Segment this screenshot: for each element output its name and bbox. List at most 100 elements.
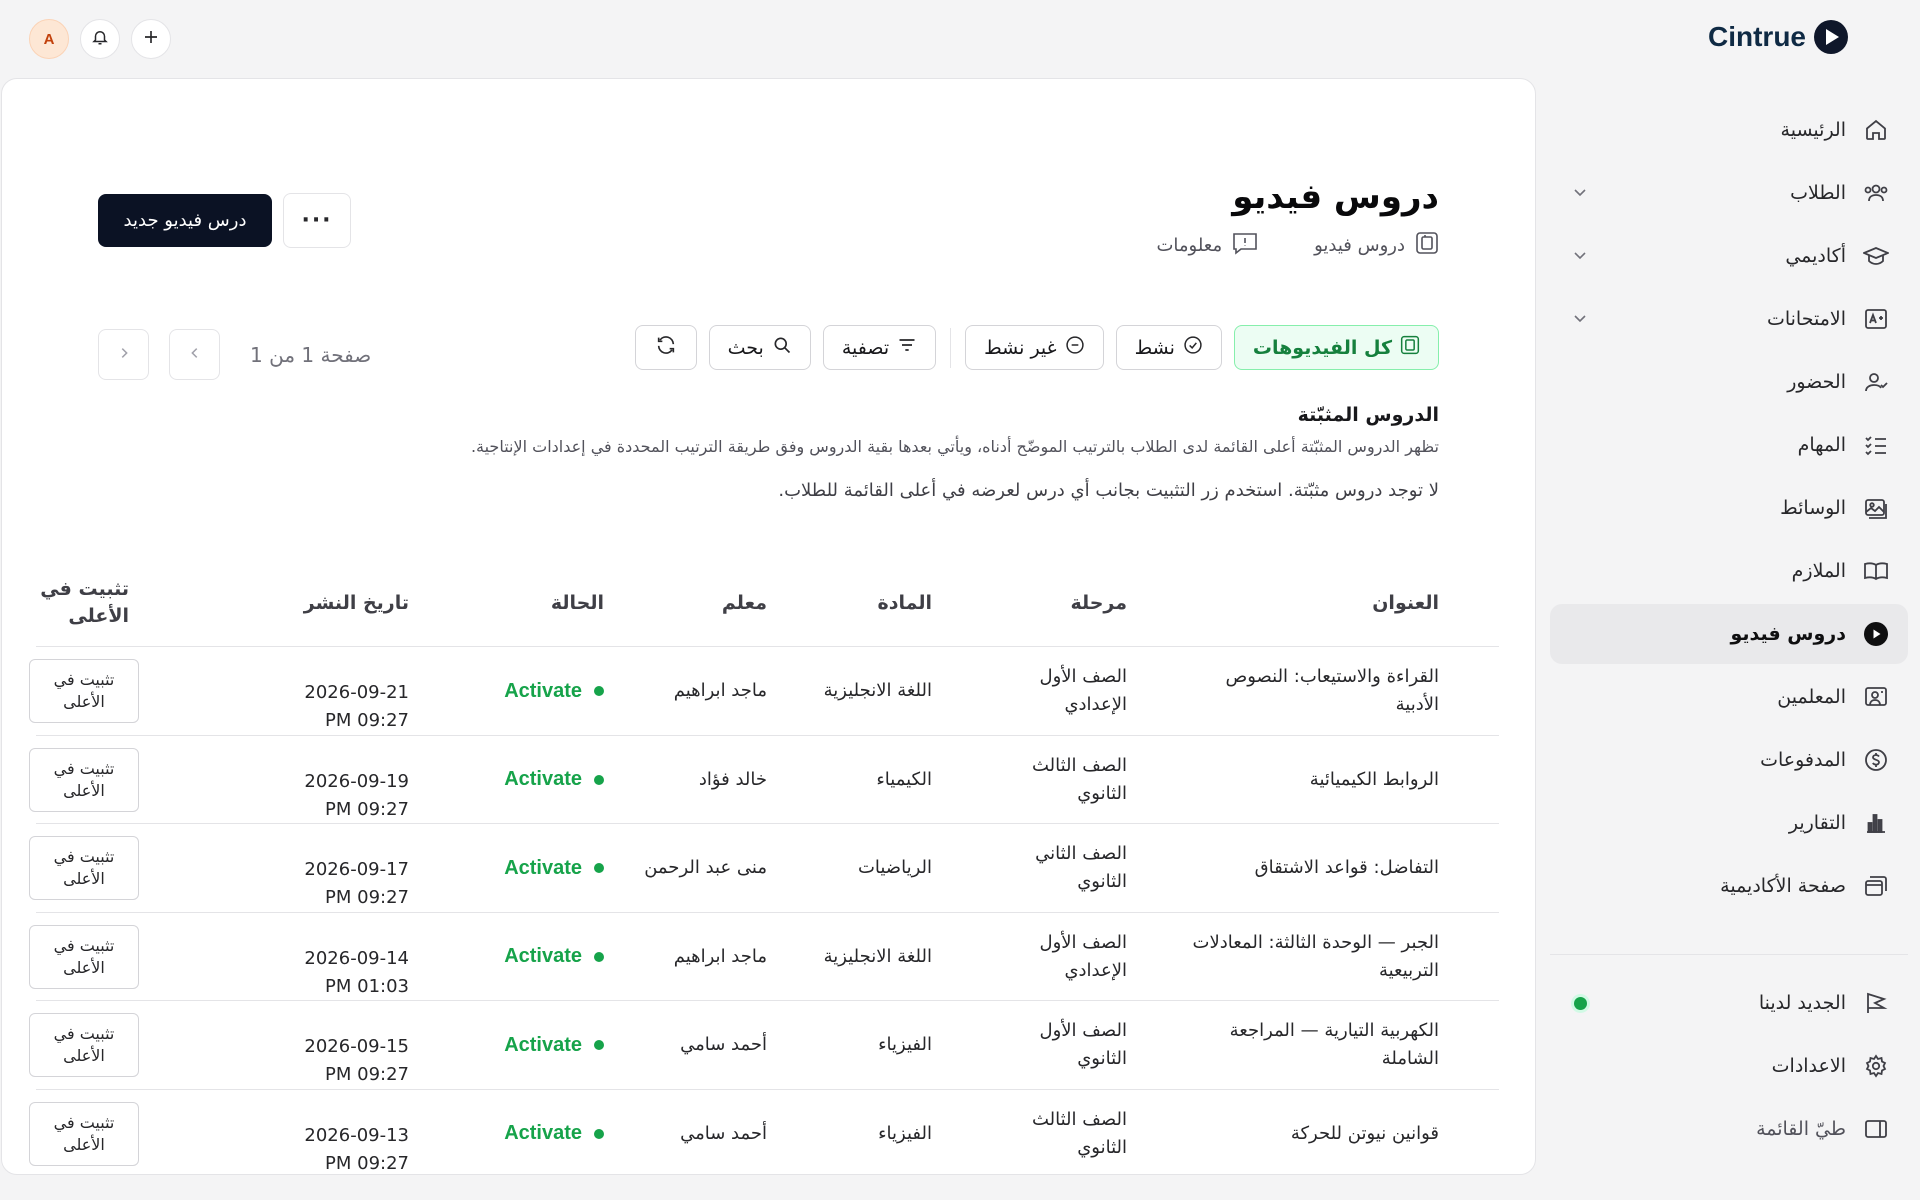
sidebar-item-reports[interactable]: التقارير <box>1550 793 1908 853</box>
table-row[interactable]: الروابط الكيميائية الصف الثالث الثانوي ا… <box>29 736 1499 824</box>
sidebar-item-whats-new[interactable]: الجديد لدينا <box>1550 973 1908 1033</box>
search-button-label: بحث <box>727 336 764 359</box>
gear-icon <box>1862 1052 1890 1080</box>
sidebar-collapse-icon <box>1862 1115 1890 1143</box>
sidebar-item-payments[interactable]: المدفوعات <box>1550 730 1908 790</box>
column-header-subject[interactable]: المادة <box>802 559 933 647</box>
column-header-date[interactable]: تاريخ النشر <box>279 559 409 647</box>
time-value: PM 09:27 <box>325 1064 409 1086</box>
sidebar-item-attendance[interactable]: الحضور <box>1550 352 1908 412</box>
new-video-lesson-button[interactable]: درس فيديو جديد <box>98 194 272 247</box>
sidebar-item-label: المدفوعات <box>1760 749 1846 771</box>
chevron-right-icon <box>117 345 131 364</box>
column-header-stage[interactable]: مرحلة <box>997 559 1127 647</box>
cell-subject: اللغة الانجليزية <box>823 945 932 967</box>
sidebar-item-media[interactable]: الوسائط <box>1550 478 1908 538</box>
copy-stack-icon <box>1415 231 1439 260</box>
pin-to-top-button[interactable]: تثبيت في الأعلى <box>29 924 139 989</box>
sidebar-item-teachers[interactable]: المعلمين <box>1550 667 1908 727</box>
avatar[interactable]: A <box>29 19 69 59</box>
sidebar-item-exams[interactable]: الامتحانات <box>1550 289 1908 349</box>
add-button[interactable] <box>131 19 171 59</box>
top-actions: A <box>29 19 171 59</box>
cell-pin: تثبيت في الأعلى <box>29 913 139 1001</box>
sidebar-item-collapse[interactable]: طيّ القائمة <box>1550 1099 1908 1159</box>
check-circle-icon <box>1183 335 1203 360</box>
image-icon <box>1862 494 1890 522</box>
notifications-button[interactable] <box>80 19 120 59</box>
time-value: PM 09:27 <box>325 1152 409 1174</box>
date-value: 2026-09-19 <box>304 770 409 792</box>
cell-teacher: ماجد ابراهيم <box>673 945 767 967</box>
table-row[interactable]: الجبر — الوحدة الثالثة: المعادلات التربي… <box>29 913 1499 1001</box>
chevron-down-icon <box>1572 246 1588 268</box>
status-badge: Activate <box>504 768 582 790</box>
cell-title: الروابط الكيميائية <box>1309 768 1439 790</box>
column-header-status[interactable]: الحالة <box>464 559 604 647</box>
cell-subject: الفيزياء <box>878 1034 932 1056</box>
time-value: PM 09:27 <box>325 887 409 909</box>
sidebar-item-settings[interactable]: الاعدادات <box>1550 1036 1908 1096</box>
sidebar-item-academic[interactable]: أكاديمي <box>1550 226 1908 286</box>
page-title: دروس فيديو <box>1232 177 1439 217</box>
sidebar-item-academy-page[interactable]: صفحة الأكاديمية <box>1550 856 1908 916</box>
more-options-button[interactable]: ··· <box>283 193 351 248</box>
pinned-section-description: تظهر الدروس المثبّتة أعلى القائمة لدى ال… <box>470 437 1439 456</box>
table-row[interactable]: القراءة والاستيعاب: النصوص الأدبية الصف … <box>29 647 1499 736</box>
sidebar-divider <box>1550 954 1908 955</box>
cell-stage: الصف الثاني الثانوي <box>1035 843 1127 892</box>
table-row[interactable]: قوانين نيوتن للحركة الصف الثالث الثانوي … <box>29 1090 1499 1175</box>
sidebar-item-video-lessons[interactable]: دروس فيديو <box>1550 604 1908 664</box>
sidebar-item-booklets[interactable]: الملازم <box>1550 541 1908 601</box>
filter-all-label: كل الفيديوهات <box>1252 336 1392 359</box>
book-open-icon <box>1862 557 1890 585</box>
cell-status: Activate <box>464 1090 604 1175</box>
sidebar-item-label: المعلمين <box>1777 686 1846 708</box>
pagination: صفحة 1 من 1 <box>98 329 371 380</box>
table-row[interactable]: الكهربية التيارية — المراجعة الشاملة الص… <box>29 1001 1499 1090</box>
chevron-down-icon <box>1572 183 1588 205</box>
sidebar-item-tasks[interactable]: المهام <box>1550 415 1908 475</box>
home-icon <box>1862 116 1890 144</box>
prev-page-button[interactable] <box>169 329 220 380</box>
filter-active[interactable]: نشط <box>1115 325 1222 370</box>
cell-pin: تثبيت في الأعلى <box>29 1001 139 1089</box>
breadcrumb[interactable]: دروس فيديو <box>1314 231 1439 260</box>
cell-teacher: منى عبد الرحمن <box>644 857 767 879</box>
pin-to-top-button[interactable]: تثبيت في الأعلى <box>29 1013 139 1077</box>
app-logo[interactable]: Cintrue <box>1708 20 1848 54</box>
column-header-title[interactable]: العنوان <box>1179 559 1439 647</box>
sidebar-item-label: الحضور <box>1787 371 1846 393</box>
cell-title: القراءة والاستيعاب: النصوص الأدبية <box>1225 666 1439 715</box>
search-button[interactable]: بحث <box>708 325 811 370</box>
main-panel: دروس فيديو دروس فيديو معلومات درس فيديو … <box>1 78 1536 1175</box>
sidebar-item-students[interactable]: الطلاب <box>1550 163 1908 223</box>
sidebar-item-label: الوسائط <box>1780 497 1846 519</box>
filter-lines-icon <box>897 335 917 360</box>
info-link[interactable]: معلومات <box>1156 231 1258 260</box>
table-row[interactable]: التفاضل: قواعد الاشتقاق الصف الثاني الثا… <box>29 824 1499 913</box>
pin-to-top-button[interactable]: تثبيت في الأعلى <box>29 747 139 812</box>
filter-divider <box>950 327 952 368</box>
sidebar-item-home[interactable]: الرئيسية <box>1550 100 1908 160</box>
filter-all-videos[interactable]: كل الفيديوهات <box>1233 325 1439 370</box>
filter-button[interactable]: تصفية <box>822 325 937 370</box>
cell-teacher: أحمد سامي <box>680 1122 767 1144</box>
page-meta: دروس فيديو معلومات <box>1156 231 1439 260</box>
pin-to-top-button[interactable]: تثبيت في الأعلى <box>29 836 139 900</box>
filter-inactive[interactable]: غير نشط <box>965 325 1104 370</box>
refresh-button[interactable] <box>634 325 697 370</box>
next-page-button[interactable] <box>98 329 149 380</box>
graduation-cap-icon <box>1862 242 1890 270</box>
chevron-left-icon <box>188 345 202 364</box>
cell-subject: الرياضيات <box>857 857 932 879</box>
filter-bar: كل الفيديوهات نشط غير نشط تصفية بحث <box>634 325 1439 370</box>
flag-icon <box>1862 989 1890 1017</box>
status-dot <box>594 1128 604 1139</box>
status-dot <box>594 951 604 962</box>
pin-to-top-button[interactable]: تثبيت في الأعلى <box>29 659 139 723</box>
pin-to-top-button[interactable]: تثبيت في الأعلى <box>29 1101 139 1166</box>
sidebar-item-label: المهام <box>1797 434 1846 456</box>
column-header-teacher[interactable]: معلم <box>637 559 767 647</box>
info-label: معلومات <box>1156 235 1223 256</box>
